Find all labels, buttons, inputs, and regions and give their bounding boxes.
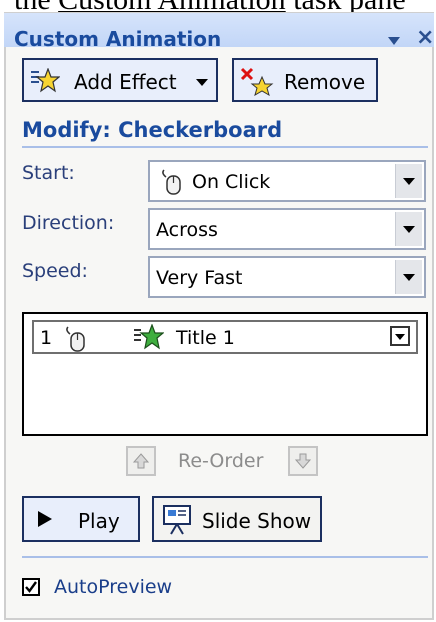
direction-select[interactable]: Across <box>148 208 426 250</box>
close-icon[interactable]: × <box>416 27 434 49</box>
direction-dropdown-arrow-icon[interactable] <box>395 212 422 246</box>
animation-number: 1 <box>40 327 53 349</box>
remove-button[interactable]: Remove <box>232 58 378 102</box>
arrow-up-icon <box>132 452 150 474</box>
arrow-down-icon <box>294 452 312 474</box>
start-label: Start: <box>22 162 75 184</box>
reorder-label: Re-Order <box>178 450 264 472</box>
speed-dropdown-arrow-icon[interactable] <box>395 260 422 294</box>
start-value: On Click <box>192 171 271 193</box>
play-icon <box>38 511 52 527</box>
animation-order-list[interactable]: 1 Title 1 <box>22 312 428 436</box>
start-dropdown-arrow-icon[interactable] <box>395 164 422 198</box>
add-effect-star-icon <box>30 67 61 99</box>
move-down-button[interactable] <box>288 446 318 476</box>
slide-show-label: Slide Show <box>202 509 312 533</box>
autopreview-label[interactable]: AutoPreview <box>54 576 172 598</box>
entrance-star-icon <box>134 323 165 356</box>
mouse-icon <box>62 325 88 357</box>
add-effect-label: Add Effect <box>74 70 177 94</box>
list-item[interactable]: 1 Title 1 <box>32 320 418 354</box>
speed-label: Speed: <box>22 260 88 282</box>
remove-label: Remove <box>284 70 366 94</box>
check-icon <box>25 581 37 593</box>
remove-effect-icon <box>240 66 276 101</box>
animation-name: Title 1 <box>176 327 235 349</box>
chevron-down-icon <box>196 79 208 86</box>
speed-select[interactable]: Very Fast <box>148 256 426 298</box>
mouse-icon <box>158 168 184 200</box>
direction-label: Direction: <box>22 212 115 234</box>
task-pane-title: Custom Animation <box>14 27 222 51</box>
play-label: Play <box>78 509 120 533</box>
task-pane-title-bar: Custom Animation × <box>4 13 434 51</box>
modify-section-title: Modify: Checkerboard <box>22 118 283 142</box>
modify-divider <box>22 146 428 148</box>
play-button[interactable]: Play <box>22 496 140 542</box>
chevron-down-icon[interactable] <box>390 326 410 346</box>
slide-show-icon <box>162 504 192 541</box>
start-select[interactable]: On Click <box>148 160 426 202</box>
bottom-divider <box>22 556 428 558</box>
speed-value: Very Fast <box>156 267 243 289</box>
add-effect-button[interactable]: Add Effect <box>22 58 218 102</box>
direction-value: Across <box>156 219 218 241</box>
pane-menu-dropdown-icon[interactable] <box>388 37 400 45</box>
slide-show-button[interactable]: Slide Show <box>152 496 322 542</box>
autopreview-checkbox[interactable] <box>22 578 40 596</box>
move-up-button[interactable] <box>126 446 156 476</box>
